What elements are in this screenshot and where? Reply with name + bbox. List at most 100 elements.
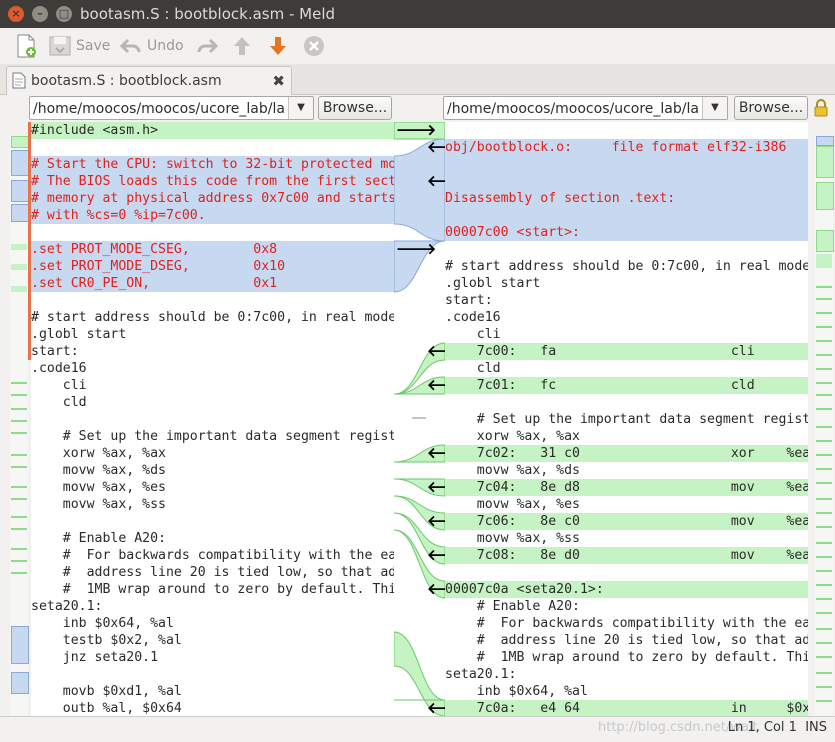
right-code-line[interactable] (445, 122, 808, 139)
right-code-line[interactable]: xorw %ax, %ax (445, 428, 808, 445)
left-code-line[interactable]: # The BIOS loads this code from the firs… (31, 173, 394, 190)
right-code-line[interactable]: seta20.1: (445, 666, 808, 683)
left-code-line[interactable]: # with %cs=0 %ip=7c00. (31, 207, 394, 224)
left-code-line[interactable] (31, 411, 394, 428)
right-code-line[interactable]: 7c06: 8e c0 mov %ea (445, 513, 808, 530)
right-code-line[interactable]: 00007c0a <seta20.1>: (445, 581, 808, 598)
push-left-arrow-icon[interactable]: 🡐 (427, 139, 445, 156)
left-text-view[interactable]: #include <asm.h> # Start the CPU: switch … (31, 122, 394, 716)
new-comparison-button[interactable] (14, 34, 38, 58)
right-code-line[interactable]: Disassembly of section .text: (445, 190, 808, 207)
left-code-line[interactable]: #include <asm.h> (31, 122, 394, 139)
save-button[interactable]: Save (48, 34, 110, 58)
right-text-view[interactable]: obj/bootblock.o: file format elf32-i386 D… (445, 122, 808, 716)
right-code-line[interactable]: 7c01: fc cld (445, 377, 808, 394)
right-code-line[interactable] (445, 207, 808, 224)
right-code-line[interactable]: .code16 (445, 309, 808, 326)
left-code-line[interactable]: # start address should be 0:7c00, in rea… (31, 309, 394, 326)
right-code-line[interactable]: obj/bootblock.o: file format elf32-i386 (445, 139, 808, 156)
window-close-button[interactable]: × (8, 6, 24, 22)
left-code-line[interactable]: inb $0x64, %al (31, 615, 394, 632)
push-left-arrow-icon[interactable]: 🡐 (427, 513, 445, 530)
left-code-line[interactable]: .set CR0_PE_ON, 0x1 (31, 275, 394, 292)
left-file-path-combo[interactable]: /home/moocos/moocos/ucore_lab/la ▼ (29, 96, 314, 120)
right-code-line[interactable]: cld (445, 360, 808, 377)
right-code-line[interactable]: cli (445, 326, 808, 343)
left-code-line[interactable]: # Set up the important data segment regi… (31, 428, 394, 445)
chevron-down-icon[interactable]: ▼ (288, 97, 313, 119)
left-code-line[interactable]: jnz seta20.1 (31, 649, 394, 666)
left-code-line[interactable]: .globl start (31, 326, 394, 343)
push-left-arrow-icon[interactable]: 🡐 (427, 581, 445, 598)
right-overview-map[interactable] (815, 136, 834, 716)
push-left-arrow-icon[interactable]: 🡐 (427, 173, 445, 190)
left-code-line[interactable]: # Start the CPU: switch to 32-bit protec… (31, 156, 394, 173)
left-code-line[interactable] (31, 292, 394, 309)
left-code-line[interactable]: cli (31, 377, 394, 394)
left-code-line[interactable] (31, 666, 394, 683)
push-left-arrow-icon[interactable]: 🡐 (427, 700, 445, 717)
window-minimize-button[interactable]: – (32, 6, 48, 22)
right-code-line[interactable] (445, 394, 808, 411)
undo-button[interactable]: Undo (119, 34, 185, 58)
left-code-line[interactable]: .set PROT_MODE_DSEG, 0x10 (31, 258, 394, 275)
previous-change-button[interactable] (230, 34, 254, 58)
push-right-arrow-icon[interactable]: 🡒 (396, 241, 436, 258)
push-left-arrow-icon[interactable]: 🡐 (427, 377, 445, 394)
right-code-line[interactable]: movw %ax, %ds (445, 462, 808, 479)
right-code-line[interactable]: 7c08: 8e d0 mov %ea (445, 547, 808, 564)
right-code-line[interactable]: start: (445, 292, 808, 309)
left-code-line[interactable]: # For backwards compatibility with the e… (31, 547, 394, 564)
stop-button[interactable] (302, 34, 326, 58)
right-code-line[interactable]: # start address should be 0:7c00, in rea… (445, 258, 808, 275)
left-code-line[interactable]: seta20.1: (31, 598, 394, 615)
left-overview-map[interactable] (10, 136, 29, 716)
left-code-line[interactable]: # Enable A20: (31, 530, 394, 547)
left-code-line[interactable]: outb %al, $0x64 (31, 700, 394, 716)
right-code-line[interactable]: 00007c00 <start>: (445, 224, 808, 241)
right-code-line[interactable]: 7c00: fa cli (445, 343, 808, 360)
right-code-line[interactable] (445, 564, 808, 581)
right-code-line[interactable]: 7c04: 8e d8 mov %ea (445, 479, 808, 496)
right-code-line[interactable]: 7c02: 31 c0 xor %ea (445, 445, 808, 462)
tab-close-icon[interactable]: ✖ (272, 67, 285, 95)
push-left-arrow-icon[interactable]: 🡐 (427, 479, 445, 496)
push-right-arrow-icon[interactable]: 🡒 (396, 122, 436, 139)
left-code-line[interactable]: .set PROT_MODE_CSEG, 0x8 (31, 241, 394, 258)
right-code-line[interactable] (445, 156, 808, 173)
left-code-line[interactable]: movb $0xd1, %al (31, 683, 394, 700)
right-code-line[interactable]: # Set up the important data segment regi… (445, 411, 808, 428)
right-code-line[interactable]: movw %ax, %ss (445, 530, 808, 547)
window-maximize-button[interactable]: □ (56, 6, 72, 22)
redo-button[interactable] (195, 34, 219, 58)
left-browse-button[interactable]: Browse... (318, 96, 392, 120)
right-code-line[interactable] (445, 241, 808, 258)
push-left-arrow-icon[interactable]: 🡐 (427, 343, 445, 360)
left-code-line[interactable] (31, 513, 394, 530)
right-code-line[interactable]: 7c0a: e4 64 in $0x (445, 700, 808, 716)
tab-comparison[interactable]: bootasm.S : bootblock.asm ✖ (6, 66, 292, 95)
push-left-arrow-icon[interactable]: 🡐 (427, 445, 445, 462)
next-change-button[interactable] (266, 34, 290, 58)
left-code-line[interactable]: movw %ax, %es (31, 479, 394, 496)
left-code-line[interactable]: cld (31, 394, 394, 411)
right-code-line[interactable] (445, 173, 808, 190)
left-code-line[interactable]: # address line 20 is tied low, so that a… (31, 564, 394, 581)
right-code-line[interactable]: # For backwards compatibility with the e… (445, 615, 808, 632)
left-code-line[interactable]: # 1MB wrap around to zero by default. Th… (31, 581, 394, 598)
left-code-line[interactable]: # memory at physical address 0x7c00 and … (31, 190, 394, 207)
right-file-path-combo[interactable]: /home/moocos/moocos/ucore_lab/la ▼ (443, 96, 728, 120)
right-code-line[interactable]: movw %ax, %es (445, 496, 808, 513)
left-code-line[interactable]: movw %ax, %ss (31, 496, 394, 513)
right-browse-button[interactable]: Browse... (734, 96, 808, 120)
right-code-line[interactable]: inb $0x64, %al (445, 683, 808, 700)
left-code-line[interactable]: testb $0x2, %al (31, 632, 394, 649)
left-code-line[interactable]: .code16 (31, 360, 394, 377)
chevron-down-icon[interactable]: ▼ (702, 97, 727, 119)
left-code-line[interactable]: movw %ax, %ds (31, 462, 394, 479)
push-left-arrow-icon[interactable]: 🡐 (427, 547, 445, 564)
right-code-line[interactable]: # address line 20 is tied low, so that a… (445, 632, 808, 649)
right-code-line[interactable]: # Enable A20: (445, 598, 808, 615)
right-code-line[interactable]: # 1MB wrap around to zero by default. Th… (445, 649, 808, 666)
left-code-line[interactable]: start: (31, 343, 394, 360)
